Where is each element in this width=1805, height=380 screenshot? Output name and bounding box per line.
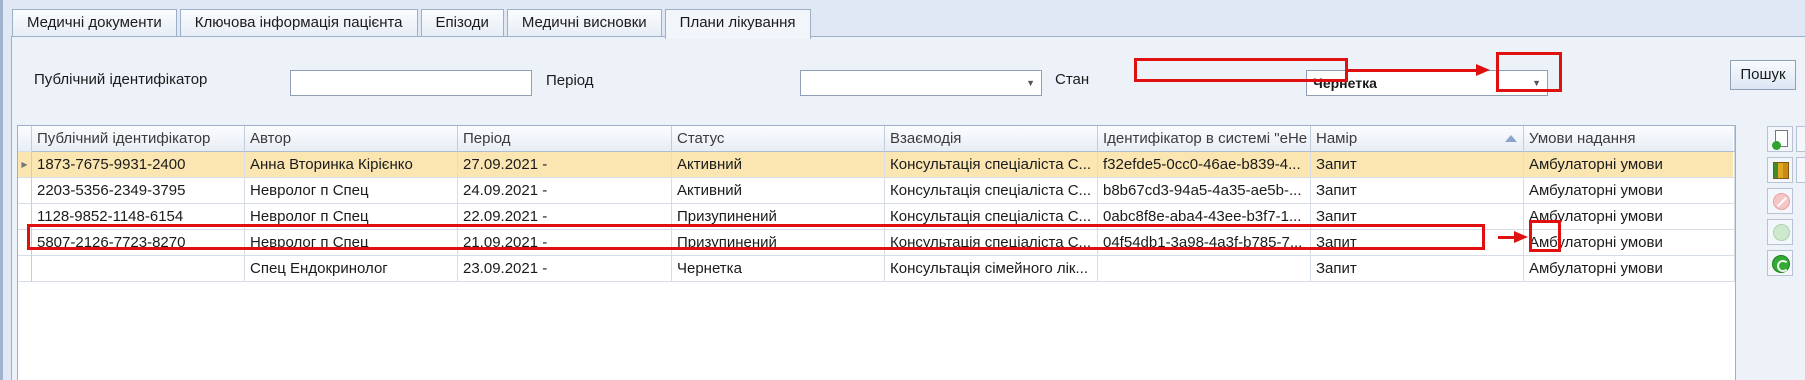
cell-ehealth-id: b8b67cd3-94a5-4a35-ae5b-...	[1098, 178, 1311, 204]
new-document-icon	[1772, 130, 1788, 150]
cell-intent: Запит	[1311, 204, 1524, 230]
cell-status: Чернетка	[672, 256, 885, 282]
treatment-plans-panel: Публічний ідентифікатор Період ▼ Стан Че…	[11, 36, 1805, 380]
books-icon	[1773, 162, 1789, 179]
table-row[interactable]: 5807-2126-7723-8270 Невролог п Спец 21.0…	[18, 230, 1735, 256]
public-id-label: Публічний ідентифікатор	[34, 71, 208, 88]
cell-interaction: Консультація спеціаліста С...	[885, 178, 1098, 204]
chevron-down-icon: ▼	[1026, 78, 1035, 88]
refresh-disabled-button[interactable]	[1767, 219, 1793, 245]
cell-conditions: Амбулаторні умови	[1524, 152, 1735, 178]
cell-intent: Запит	[1311, 178, 1524, 204]
cell-period: 21.09.2021 -	[458, 230, 672, 256]
cell-status: Призупинений	[672, 204, 885, 230]
cell-period: 23.09.2021 -	[458, 256, 672, 282]
period-label: Період	[546, 72, 594, 89]
new-document-button[interactable]	[1767, 126, 1793, 152]
cell-ehealth-id	[1098, 256, 1311, 282]
cell-ehealth-id: 0abc8f8e-aba4-43ee-b3f7-1...	[1098, 204, 1311, 230]
column-header-period[interactable]: Період	[458, 126, 672, 152]
table-row[interactable]: ▶ 1873-7675-9931-2400 Анна Вторинка Кірі…	[18, 152, 1735, 178]
toolbar-strip	[1796, 126, 1805, 152]
search-filters: Публічний ідентифікатор Період ▼ Стан Че…	[12, 37, 1805, 117]
tab-episodes[interactable]: Епізоди	[420, 9, 504, 37]
cell-period: 24.09.2021 -	[458, 178, 672, 204]
table-row[interactable]: 2203-5356-2349-3795 Невролог п Спец 24.0…	[18, 178, 1735, 204]
row-selector	[18, 256, 32, 282]
cell-conditions: Амбулаторні умови	[1524, 230, 1735, 256]
cell-conditions: Амбулаторні умови	[1524, 204, 1735, 230]
toolbar-strip	[1796, 157, 1805, 183]
status-label: Стан	[1055, 71, 1090, 88]
chevron-down-icon: ▼	[1532, 78, 1541, 88]
cancel-icon	[1773, 193, 1790, 210]
cell-conditions: Амбулаторні умови	[1524, 256, 1735, 282]
row-indicator-icon: ▶	[18, 152, 32, 178]
row-selector	[18, 230, 32, 256]
cell-status: Активний	[672, 152, 885, 178]
column-header-conditions[interactable]: Умови надання	[1524, 126, 1735, 152]
cell-public-id: 2203-5356-2349-3795	[32, 178, 245, 204]
cell-author: Невролог п Спец	[245, 178, 458, 204]
cell-ehealth-id: f32efde5-0cc0-46ae-b839-4...	[1098, 152, 1311, 178]
table-row[interactable]: Спец Ендокринолог 23.09.2021 - Чернетка …	[18, 256, 1735, 282]
status-select[interactable]: Чернетка ▼	[1306, 70, 1548, 96]
period-select[interactable]: ▼	[800, 70, 1042, 96]
cell-intent: Запит	[1311, 230, 1524, 256]
cell-interaction: Консультація спеціаліста С...	[885, 230, 1098, 256]
cell-status: Активний	[672, 178, 885, 204]
cell-author: Невролог п Спец	[245, 204, 458, 230]
cell-conditions: Амбулаторні умови	[1524, 178, 1735, 204]
column-header-author[interactable]: Автор	[245, 126, 458, 152]
tab-medical-conclusions[interactable]: Медичні висновки	[506, 9, 662, 37]
cell-public-id: 1873-7675-9931-2400	[32, 152, 245, 178]
refresh-button[interactable]	[1767, 250, 1793, 276]
tab-key-patient-info[interactable]: Ключова інформація пацієнта	[179, 9, 418, 37]
row-selector-header	[18, 126, 32, 152]
cell-interaction: Консультація сімейного лік...	[885, 256, 1098, 282]
refresh-icon	[1772, 255, 1790, 273]
cell-author: Спец Ендокринолог	[245, 256, 458, 282]
status-select-value: Чернетка	[1313, 75, 1377, 91]
treatment-plans-grid: Публічний ідентифікатор Автор Період Ста…	[17, 125, 1736, 380]
grid-toolbar	[1763, 124, 1805, 380]
cell-intent: Запит	[1311, 256, 1524, 282]
refresh-icon	[1773, 224, 1790, 241]
column-header-ehealth-id[interactable]: Ідентифікатор в системі "eHe	[1098, 126, 1311, 152]
cell-interaction: Консультація спеціаліста С...	[885, 152, 1098, 178]
grid-header: Публічний ідентифікатор Автор Період Ста…	[18, 126, 1735, 152]
cell-public-id: 1128-9852-1148-6154	[32, 204, 245, 230]
column-header-intent-label: Намір	[1316, 130, 1358, 147]
column-header-intent[interactable]: Намір	[1311, 126, 1524, 152]
tab-treatment-plans[interactable]: Плани лікування	[664, 9, 811, 39]
table-row[interactable]: 1128-9852-1148-6154 Невролог п Спец 22.0…	[18, 204, 1735, 230]
cell-period: 27.09.2021 -	[458, 152, 672, 178]
books-button[interactable]	[1767, 157, 1793, 183]
cell-author: Анна Вторинка Кірієнко	[245, 152, 458, 178]
public-id-input[interactable]	[290, 70, 532, 96]
column-header-public-id[interactable]: Публічний ідентифікатор	[32, 126, 245, 152]
row-selector	[18, 204, 32, 230]
cell-public-id	[32, 256, 245, 282]
column-header-status[interactable]: Статус	[672, 126, 885, 152]
tab-medical-documents[interactable]: Медичні документи	[12, 9, 177, 37]
tab-strip: Медичні документи Ключова інформація пац…	[12, 9, 814, 39]
cancel-button[interactable]	[1767, 188, 1793, 214]
cell-period: 22.09.2021 -	[458, 204, 672, 230]
column-header-interaction[interactable]: Взаємодія	[885, 126, 1098, 152]
cell-intent: Запит	[1311, 152, 1524, 178]
cell-public-id: 5807-2126-7723-8270	[32, 230, 245, 256]
cell-status: Призупинений	[672, 230, 885, 256]
cell-interaction: Консультація спеціаліста С...	[885, 204, 1098, 230]
cell-ehealth-id: 04f54db1-3a98-4a3f-b785-7...	[1098, 230, 1311, 256]
sort-ascending-icon	[1505, 135, 1517, 142]
row-selector	[18, 178, 32, 204]
window-left-edge	[0, 0, 3, 380]
search-button[interactable]: Пошук	[1730, 60, 1796, 90]
cell-author: Невролог п Спец	[245, 230, 458, 256]
